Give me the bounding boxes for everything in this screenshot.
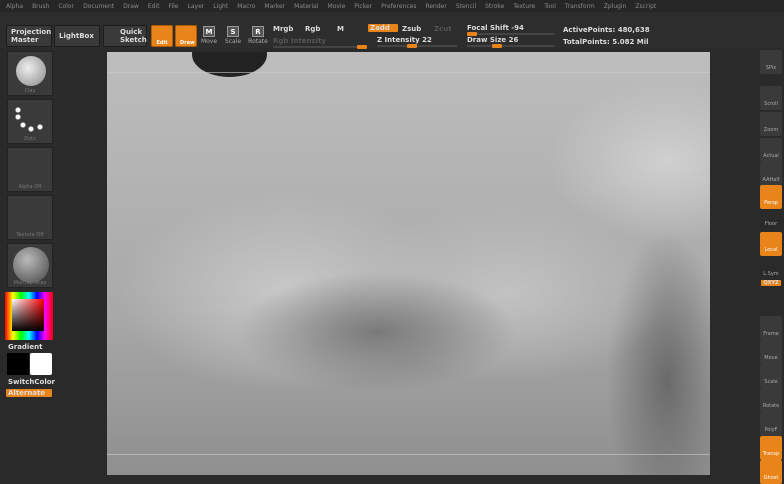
mrgb-button[interactable]: Mrgb: [273, 25, 293, 33]
menu-transform[interactable]: Transform: [565, 3, 595, 10]
transp-button[interactable]: Transp: [760, 436, 782, 460]
menu-stencil[interactable]: Stencil: [456, 3, 476, 10]
z-intensity-track[interactable]: [377, 44, 457, 48]
right-shelf: SPix Scroll Zoom Actual AAHalf Persp Flo…: [758, 48, 784, 484]
menu-picker[interactable]: Picker: [354, 3, 372, 10]
material-selector[interactable]: MatCap Gray: [7, 243, 53, 288]
dots-stroke-icon: [14, 106, 44, 132]
move-view-button[interactable]: Move: [760, 340, 782, 364]
menu-macro[interactable]: Macro: [237, 3, 255, 10]
zadd-button[interactable]: Zadd: [368, 24, 398, 32]
spix-button[interactable]: SPix: [760, 50, 782, 74]
aahalf-button[interactable]: AAHalf: [760, 162, 782, 186]
menu-movie[interactable]: Movie: [328, 3, 346, 10]
rgb-intensity-slider[interactable]: Rgb Intensity: [273, 37, 326, 45]
scroll-button[interactable]: Scroll: [760, 86, 782, 110]
top-shelf: Projection Master LightBox Quick Sketch …: [0, 12, 784, 49]
menu-file[interactable]: File: [168, 3, 178, 10]
menu-zplugin[interactable]: Zplugin: [604, 3, 627, 10]
menu-stroke[interactable]: Stroke: [485, 3, 504, 10]
menu-material[interactable]: Material: [294, 3, 318, 10]
polyf-button[interactable]: PolyF: [760, 412, 782, 436]
m-button[interactable]: M: [337, 25, 344, 33]
active-points: ActivePoints: 480,638: [563, 26, 650, 34]
rotate-button[interactable]: R Rotate: [248, 26, 268, 45]
z-intensity-slider[interactable]: Z Intensity 22: [377, 36, 432, 44]
lightbox-button[interactable]: LightBox: [54, 25, 100, 47]
draw-size-slider[interactable]: Draw Size 26: [467, 36, 518, 44]
scale-view-button[interactable]: Scale: [760, 364, 782, 388]
quick-sketch-button[interactable]: Quick Sketch: [103, 25, 147, 47]
menu-marker[interactable]: Marker: [264, 3, 285, 10]
menu-light[interactable]: Light: [213, 3, 228, 10]
scale-icon: S: [227, 26, 239, 37]
main-color-swatch[interactable]: [7, 353, 29, 375]
left-shelf: Clay Dots Alpha Off Texture Off MatCap G…: [0, 48, 60, 480]
menu-document[interactable]: Document: [83, 3, 114, 10]
total-points: TotalPoints: 5.082 Mil: [563, 38, 649, 46]
ghost-button[interactable]: Ghost: [760, 460, 782, 484]
rotate-view-button[interactable]: Rotate: [760, 388, 782, 412]
draw-size-track[interactable]: [467, 44, 555, 48]
menu-render[interactable]: Render: [425, 3, 446, 10]
zoom-button[interactable]: Zoom: [760, 112, 782, 136]
local-button[interactable]: Local: [760, 232, 782, 256]
alpha-selector[interactable]: Alpha Off: [7, 147, 53, 192]
focal-shift-track[interactable]: [467, 32, 555, 36]
rgb-intensity-track[interactable]: [273, 45, 367, 49]
texture-selector[interactable]: Texture Off: [7, 195, 53, 240]
menu-draw[interactable]: Draw: [123, 3, 139, 10]
secondary-color-swatch[interactable]: [30, 353, 52, 375]
qxyz-button[interactable]: QXYZ: [761, 280, 781, 286]
color-picker[interactable]: [5, 292, 53, 340]
projection-master-button[interactable]: Projection Master: [6, 25, 52, 47]
menu-edit[interactable]: Edit: [148, 3, 160, 10]
focal-shift-slider[interactable]: Focal Shift -94: [467, 24, 524, 32]
matcap-sphere-icon: [13, 247, 49, 283]
zcut-button[interactable]: Zcut: [434, 25, 452, 33]
alternate-button[interactable]: Alternate: [6, 389, 52, 397]
menu-bar: Alpha Brush Color Document Draw Edit Fil…: [0, 0, 784, 12]
scale-button[interactable]: S Scale: [224, 26, 242, 45]
actual-button[interactable]: Actual: [760, 138, 782, 162]
menu-layer[interactable]: Layer: [188, 3, 205, 10]
menu-tool[interactable]: Tool: [544, 3, 556, 10]
zsub-button[interactable]: Zsub: [402, 25, 421, 33]
stroke-selector[interactable]: Dots: [7, 99, 53, 144]
menu-color[interactable]: Color: [58, 3, 74, 10]
frame-button[interactable]: Frame: [760, 316, 782, 340]
sculpt-canvas[interactable]: [107, 52, 710, 475]
menu-texture[interactable]: Texture: [513, 3, 535, 10]
gradient-label[interactable]: Gradient: [8, 343, 42, 351]
move-icon: M: [203, 26, 215, 37]
menu-preferences[interactable]: Preferences: [381, 3, 416, 10]
floor-button[interactable]: Floor: [760, 206, 782, 230]
edit-button[interactable]: Edit: [151, 25, 173, 47]
menu-brush[interactable]: Brush: [32, 3, 49, 10]
lsym-button[interactable]: L.Sym: [760, 256, 782, 280]
move-button[interactable]: M Move: [200, 26, 218, 45]
rgb-button[interactable]: Rgb: [305, 25, 320, 33]
menu-zscript[interactable]: Zscript: [635, 3, 656, 10]
rotate-icon: R: [252, 26, 264, 37]
draw-button[interactable]: Draw: [175, 25, 197, 47]
brush-selector[interactable]: Clay: [7, 51, 53, 96]
chin-shape: [192, 52, 267, 77]
menu-alpha[interactable]: Alpha: [6, 3, 23, 10]
switch-color-button[interactable]: SwitchColor: [8, 378, 55, 386]
clay-brush-icon: [16, 56, 46, 86]
